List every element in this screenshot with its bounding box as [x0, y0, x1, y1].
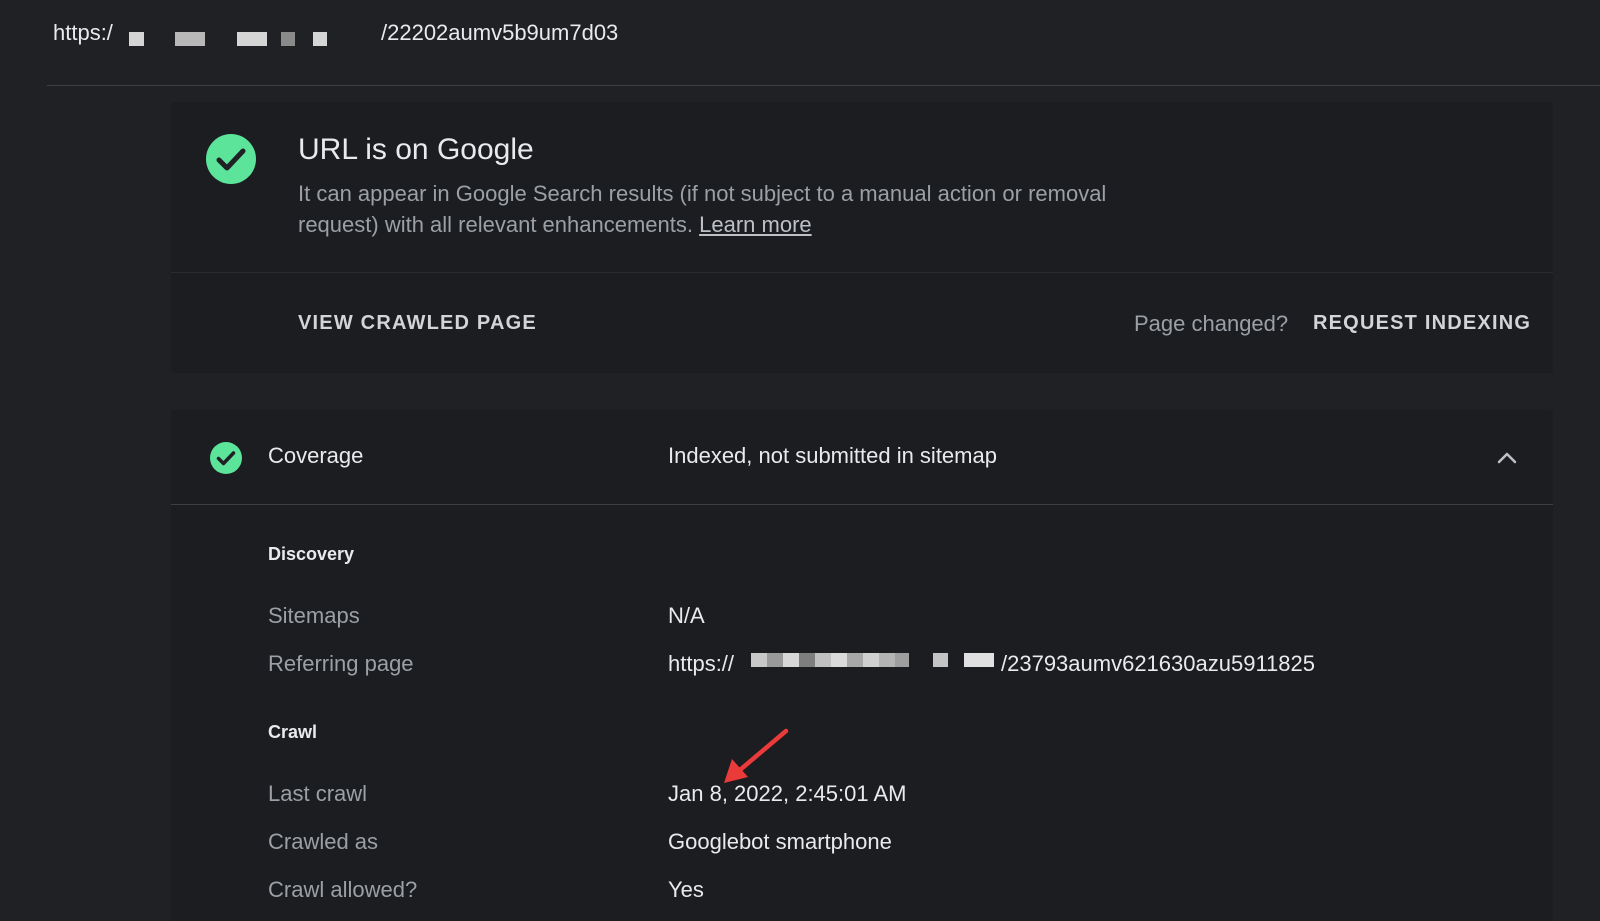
- sitemaps-label: Sitemaps: [268, 603, 360, 628]
- referring-page-label: Referring page: [268, 651, 414, 676]
- divider: [171, 504, 1553, 505]
- redacted-block: [895, 653, 909, 667]
- redacted-block: [879, 653, 895, 667]
- chevron-up-icon[interactable]: [1487, 438, 1527, 478]
- redacted-block: [767, 653, 783, 667]
- url-bar: https:/ /22202aumv5b9um7d03: [47, 0, 1600, 86]
- referring-page-value[interactable]: https://: [668, 651, 734, 677]
- sitemaps-value: N/A: [668, 603, 705, 628]
- redacted-block: [815, 653, 831, 667]
- redacted-block: [175, 32, 205, 46]
- redacted-block: [783, 653, 799, 667]
- referring-page-suffix: /23793aumv621630azu5911825: [1001, 651, 1315, 676]
- page-changed-label: Page changed?: [1134, 311, 1289, 336]
- page: https:/ /22202aumv5b9um7d03 URL is on Go…: [0, 0, 1600, 921]
- redacted-block: [313, 32, 327, 46]
- last-crawl-label: Last crawl: [268, 781, 368, 806]
- redacted-block: [847, 653, 863, 667]
- crawled-as-label: Crawled as: [268, 829, 379, 854]
- url-suffix: /22202aumv5b9um7d03: [381, 20, 619, 45]
- redacted-block: [831, 653, 847, 667]
- url-prefix: https:/: [53, 20, 113, 45]
- crawl-allowed-label: Crawl allowed?: [268, 877, 418, 902]
- redacted-block: [964, 653, 994, 667]
- redacted-block: [863, 653, 879, 667]
- crawled-as-value: Googlebot smartphone: [668, 829, 892, 854]
- crawl-allowed-value: Yes: [668, 877, 704, 902]
- view-crawled-page-button[interactable]: VIEW CRAWLED PAGE: [298, 312, 537, 335]
- divider: [171, 272, 1553, 273]
- coverage-card: Coverage Indexed, not submitted in sitem…: [171, 410, 1553, 921]
- learn-more-link[interactable]: Learn more: [699, 212, 812, 237]
- coverage-label: Coverage: [268, 443, 364, 468]
- redacted-block: [933, 653, 948, 667]
- crawl-heading: Crawl: [268, 722, 318, 742]
- referring-page-prefix: https://: [668, 651, 735, 676]
- discovery-heading: Discovery: [268, 544, 355, 564]
- redacted-block: [751, 653, 767, 667]
- redacted-block: [129, 32, 144, 46]
- request-indexing-button[interactable]: REQUEST INDEXING: [1313, 312, 1531, 335]
- coverage-value: Indexed, not submitted in sitemap: [668, 443, 997, 468]
- check-circle-icon: [206, 134, 256, 184]
- redacted-block: [237, 32, 267, 46]
- check-circle-icon: [210, 442, 242, 474]
- url-status-card: URL is on Google It can appear in Google…: [171, 102, 1553, 373]
- redacted-block: [799, 653, 815, 667]
- status-title: URL is on Google: [298, 133, 534, 166]
- redacted-block: [281, 32, 295, 46]
- status-description: It can appear in Google Search results (…: [298, 178, 1178, 240]
- red-arrow-icon: [724, 728, 789, 783]
